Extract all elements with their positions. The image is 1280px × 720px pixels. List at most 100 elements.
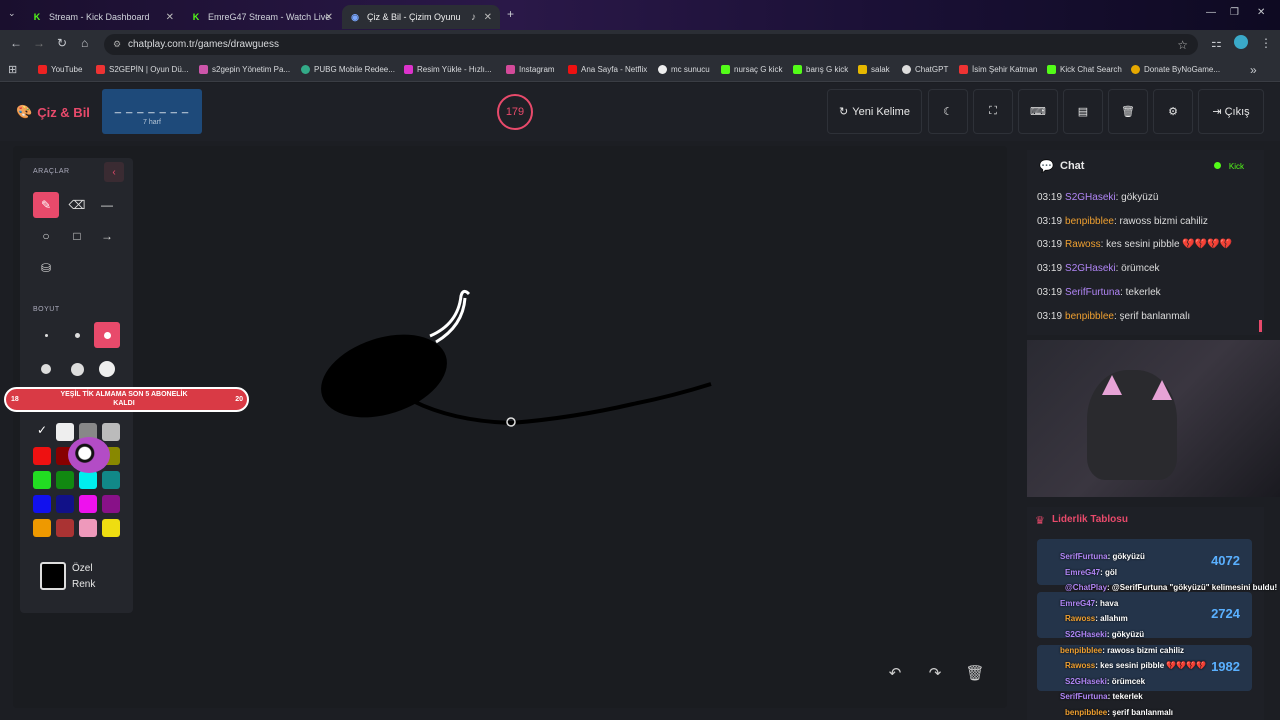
bookmark-pubg[interactable]: PUBG Mobile Redee...: [301, 65, 395, 74]
drawn-white-stroke: [429, 289, 471, 344]
fill-bucket-icon[interactable]: ⛁: [33, 255, 59, 281]
profile-avatar[interactable]: [1234, 35, 1248, 49]
size-s-button[interactable]: [64, 322, 90, 348]
undo-icon[interactable]: ↶: [882, 658, 908, 688]
bookmark-s2gepin-admin[interactable]: s2gepin Yönetim Pa...: [199, 65, 290, 74]
color-darkgreen-swatch[interactable]: [56, 471, 74, 489]
color-red-swatch[interactable]: [33, 447, 51, 465]
trash-button[interactable]: 🗑: [1108, 89, 1148, 134]
close-tab-icon[interactable]: ✕: [325, 12, 333, 23]
bookmark-instagram[interactable]: Instagram: [506, 65, 555, 74]
chat-username[interactable]: benpibblee: [1065, 216, 1114, 227]
maximize-icon[interactable]: ❐: [1230, 7, 1239, 18]
chat-username[interactable]: S2GHaseki: [1065, 192, 1116, 203]
chat-username[interactable]: S2GHaseki: [1065, 263, 1116, 274]
minimize-icon[interactable]: —: [1206, 7, 1216, 18]
color-yellow-swatch[interactable]: [102, 519, 120, 537]
color-cyan-swatch[interactable]: [79, 471, 97, 489]
tab-kick-dashboard[interactable]: K Stream - Kick Dashboard ✕: [24, 5, 182, 29]
bookmark-nursac-kick[interactable]: nursaç G kick: [721, 65, 782, 74]
chat-scrollbar[interactable]: [1259, 320, 1262, 332]
overlay-text: : tekerlek: [1107, 692, 1143, 702]
new-word-button[interactable]: ↻ Yeni Kelime: [827, 89, 922, 134]
drawn-body: [321, 334, 447, 418]
color-teal-swatch[interactable]: [102, 471, 120, 489]
bookmark-isim-sehir[interactable]: İsim Şehir Katman: [959, 65, 1037, 74]
forward-icon[interactable]: →: [33, 36, 45, 50]
browser-tab-bar: ⌄ K Stream - Kick Dashboard ✕ K EmreG47 …: [0, 0, 1280, 30]
close-window-icon[interactable]: ✕: [1257, 7, 1265, 18]
address-bar[interactable]: ⚙ chatplay.com.tr/games/drawguess ☆: [104, 34, 1198, 55]
size-m-button[interactable]: [94, 322, 120, 348]
bookmark-chatgpt[interactable]: ChatGPT: [902, 65, 948, 74]
color-purple-swatch[interactable]: [102, 495, 120, 513]
color-black-swatch[interactable]: ✓: [33, 423, 51, 441]
rectangle-icon[interactable]: □: [64, 223, 90, 249]
bookmark-resim-yukle[interactable]: Resim Yükle - Hızlı...: [404, 65, 492, 74]
bookmark-baris-kick[interactable]: barış G kick: [793, 65, 848, 74]
color-pink-swatch[interactable]: [79, 519, 97, 537]
chat-message: 03:19 benpibblee: rawoss bizmi cahiliz: [1037, 216, 1208, 227]
overlay-text: : örümcek: [1106, 676, 1146, 686]
dark-mode-button[interactable]: ☾: [928, 89, 968, 134]
collapse-panel-icon[interactable]: ‹: [104, 162, 124, 182]
clear-canvas-icon[interactable]: 🗑: [962, 658, 988, 688]
bookmark-s2gepin[interactable]: S2GEPİN | Oyun Dü...: [96, 65, 188, 74]
eraser-icon[interactable]: ⌫: [64, 192, 90, 218]
speaker-icon[interactable]: ♪: [471, 12, 476, 23]
chat-username[interactable]: Rawoss: [1065, 239, 1101, 250]
bookmark-star-icon[interactable]: ☆: [1177, 38, 1188, 52]
reload-icon[interactable]: ↻: [57, 36, 67, 50]
color-brown-swatch[interactable]: [56, 519, 74, 537]
back-icon[interactable]: ←: [10, 36, 22, 50]
extensions-icon[interactable]: ⚏: [1211, 36, 1222, 50]
color-amber-swatch[interactable]: [33, 519, 51, 537]
circle-icon[interactable]: ○: [33, 223, 59, 249]
tab-ciz-bil[interactable]: ◉ Çiz & Bil - Çizim Oyunu ♪ ✕: [342, 5, 500, 29]
size-xs-button[interactable]: [33, 322, 59, 348]
menu-icon[interactable]: ⋮: [1260, 36, 1272, 50]
line-icon[interactable]: —: [94, 192, 120, 218]
keyboard-button[interactable]: ⌨: [1018, 89, 1058, 134]
close-tab-icon[interactable]: ✕: [484, 12, 492, 23]
settings-button[interactable]: ⚙: [1153, 89, 1193, 134]
color-green-swatch[interactable]: [33, 471, 51, 489]
drawing-canvas[interactable]: [13, 146, 1007, 708]
apps-icon[interactable]: ⊞: [8, 63, 17, 76]
bookmark-donate[interactable]: Donate ByNoGame...: [1131, 65, 1220, 74]
arrow-icon[interactable]: →: [94, 223, 120, 249]
redo-icon[interactable]: ↷: [922, 658, 948, 688]
chatplay-icon: ◉: [351, 11, 359, 22]
bookmark-salak[interactable]: salak: [858, 65, 890, 74]
bookmark-netflix[interactable]: Ana Sayfa - Netflix: [568, 65, 647, 74]
size-xl-button[interactable]: [64, 356, 90, 382]
color-magenta-swatch[interactable]: [79, 495, 97, 513]
new-tab-icon[interactable]: +: [507, 7, 514, 21]
color-blue-swatch[interactable]: [33, 495, 51, 513]
tab-search-icon[interactable]: ⌄: [8, 8, 16, 19]
overlay-chat-line: S2GHaseki: örümcek: [1065, 677, 1145, 686]
bookmark-kick-chat-search[interactable]: Kick Chat Search: [1047, 65, 1122, 74]
leader-score: 2724: [1211, 606, 1240, 621]
color-white-swatch[interactable]: [56, 423, 74, 441]
more-bookmarks-icon[interactable]: »: [1250, 63, 1257, 77]
archive-button[interactable]: ▤: [1063, 89, 1103, 134]
drawn-tail: [412, 382, 712, 426]
custom-color-button[interactable]: Özel Renk: [40, 562, 123, 602]
pencil-icon[interactable]: ✎: [33, 192, 59, 218]
exit-button[interactable]: ⇥ Çıkış: [1198, 89, 1264, 134]
fullscreen-button[interactable]: ⛶: [973, 89, 1013, 134]
bookmark-youtube[interactable]: YouTube: [38, 65, 82, 74]
s2gepin-icon: [96, 65, 105, 74]
close-tab-icon[interactable]: ✕: [166, 12, 174, 23]
chat-username[interactable]: benpibblee: [1065, 311, 1114, 322]
bookmark-mc-sunucu[interactable]: mc sunucu: [658, 65, 710, 74]
size-l-button[interactable]: [33, 356, 59, 382]
size-xxl-button[interactable]: [94, 356, 120, 382]
chat-username[interactable]: SerifFurtuna: [1065, 287, 1120, 298]
home-icon[interactable]: ⌂: [81, 36, 88, 50]
site-info-icon[interactable]: ⚙: [113, 39, 121, 50]
color-navy-swatch[interactable]: [56, 495, 74, 513]
tab-emreg47-stream[interactable]: K EmreG47 Stream - Watch Live ✕: [183, 5, 341, 29]
color-lightgray-swatch[interactable]: [102, 423, 120, 441]
